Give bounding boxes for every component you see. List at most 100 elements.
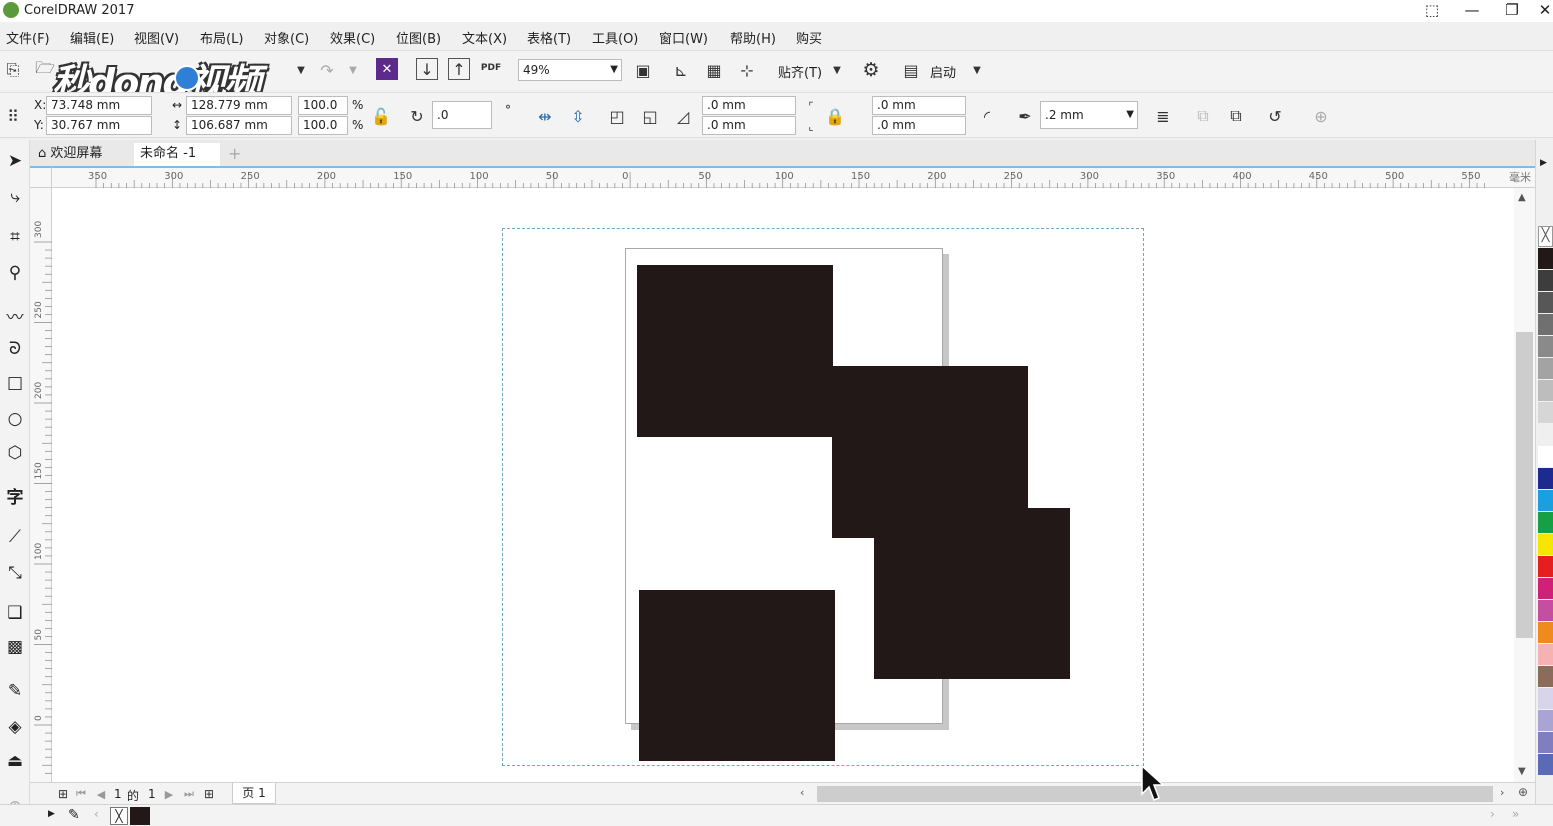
scroll-right-icon[interactable]: › (1500, 786, 1504, 799)
outline-width-dropdown-icon[interactable]: ▼ (1126, 102, 1134, 128)
dimension-tool-icon[interactable]: ⟋ (3, 524, 27, 550)
next-page-icon[interactable]: ▶ (158, 783, 180, 805)
color-swatch[interactable] (1538, 314, 1553, 335)
color-swatch[interactable] (1538, 666, 1553, 687)
freehand-tool-icon[interactable]: 〰 (3, 302, 27, 328)
menu-edit[interactable]: 编辑(E) (70, 28, 114, 47)
vertical-scrollbar-thumb[interactable] (1516, 332, 1533, 638)
color-swatch[interactable] (1538, 424, 1553, 445)
snap-dropdown-icon[interactable]: ▼ (826, 59, 848, 81)
scroll-left-icon[interactable]: ‹ (800, 786, 804, 799)
menu-object[interactable]: 对象(C) (264, 28, 309, 47)
vertical-ruler[interactable]: 300 250 200 150 100 50 0 (30, 188, 52, 782)
to-front-icon[interactable]: ⧉ (1192, 105, 1214, 127)
vertical-scrollbar[interactable]: ▲ ▼ (1514, 188, 1535, 782)
redo-dropdown-icon[interactable]: ▼ (342, 59, 364, 81)
menu-table[interactable]: 表格(T) (527, 28, 571, 47)
interactive-fill-tool-icon[interactable]: ◈ (3, 714, 27, 740)
zoom-tool-icon[interactable]: ⚲ (3, 260, 27, 286)
height-field[interactable]: 106.687 mm (186, 116, 292, 135)
color-swatch[interactable] (1538, 754, 1553, 775)
menu-text[interactable]: 文本(X) (462, 28, 507, 47)
transparency-tool-icon[interactable]: ▩ (3, 634, 27, 660)
scroll-up-icon[interactable]: ▲ (1518, 192, 1526, 203)
round-corner-icon[interactable]: ◰ (606, 105, 628, 127)
menu-effects[interactable]: 效果(C) (330, 28, 375, 47)
pick-tool-icon[interactable]: ➤ (3, 148, 27, 174)
scale-x-field[interactable]: 100.0 (298, 96, 348, 115)
status-expand-icon[interactable]: ▶ (48, 809, 55, 819)
ruler-corner[interactable] (30, 166, 52, 188)
zoom-navigator-icon[interactable]: ⊕ (1518, 785, 1528, 799)
rotation-angle-field[interactable]: .0 (432, 101, 492, 129)
options-gear-icon[interactable]: ⚙ (860, 59, 882, 81)
new-document-icon[interactable]: ⎘ (2, 59, 24, 81)
width-field[interactable]: 128.779 mm (186, 96, 292, 115)
full-screen-preview-icon[interactable]: ▣ (632, 59, 654, 81)
color-swatch[interactable] (1538, 556, 1553, 577)
fill-none-indicator[interactable]: ╳ (110, 807, 128, 825)
menu-file[interactable]: 文件(F) (6, 28, 50, 47)
menu-window[interactable]: 窗口(W) (659, 28, 708, 47)
color-swatch[interactable] (1538, 688, 1553, 709)
menu-bitmaps[interactable]: 位图(B) (396, 28, 441, 47)
connector-tool-icon[interactable]: ⤡ (3, 560, 27, 586)
menu-view[interactable]: 视图(V) (134, 28, 179, 47)
palette-scroll-up-icon[interactable]: ▶ (1540, 158, 1547, 168)
crop-tool-icon[interactable]: ⌗ (3, 224, 27, 250)
publish-pdf-icon[interactable]: PDF (480, 57, 502, 79)
color-swatch[interactable] (1538, 248, 1553, 269)
no-fill-swatch[interactable]: ╳ (1538, 226, 1553, 247)
close-button[interactable]: ✕ (1525, 0, 1553, 22)
previous-page-icon[interactable]: ◀ (90, 783, 112, 805)
color-swatch[interactable] (1538, 512, 1553, 533)
undo-dropdown-icon[interactable]: ▼ (290, 59, 312, 81)
mirror-horizontal-icon[interactable]: ⇹ (534, 105, 556, 127)
y-position-field[interactable]: 30.767 mm (46, 116, 152, 135)
text-tool-icon[interactable]: 字 (3, 482, 27, 508)
menu-buy[interactable]: 购买 (796, 28, 822, 47)
color-swatch[interactable] (1538, 710, 1553, 731)
black-rectangle-1[interactable] (637, 265, 833, 437)
add-tab-button[interactable]: + (222, 143, 247, 166)
scale-y-field[interactable]: 100.0 (298, 116, 348, 135)
lock-ratio-icon[interactable]: 🔓 (370, 105, 392, 127)
status-eyedropper-icon[interactable]: ✎ (68, 807, 80, 823)
zoom-dropdown-icon[interactable]: ▼ (610, 60, 618, 80)
add-page-after-icon[interactable]: ⊞ (198, 783, 220, 805)
show-rulers-icon[interactable]: ⊾ (670, 59, 692, 81)
color-swatch[interactable] (1538, 578, 1553, 599)
color-swatch[interactable] (1538, 380, 1553, 401)
shape-tool-icon[interactable]: ⤷ (3, 184, 27, 210)
tab-document[interactable]: 未命名 -1 (134, 143, 220, 166)
color-swatch[interactable] (1538, 622, 1553, 643)
edit-corners-together-lock-icon[interactable]: 🔒 (824, 105, 846, 127)
relative-corner-scaling-icon[interactable]: ◜ (976, 105, 998, 127)
status-collapse-icon[interactable]: ‹ (94, 807, 99, 821)
color-swatch[interactable] (1538, 446, 1553, 467)
scalloped-corner-icon[interactable]: ◱ (639, 105, 661, 127)
polygon-tool-icon[interactable]: ⬡ (3, 440, 27, 466)
menu-tools[interactable]: 工具(O) (592, 28, 638, 47)
add-property-icon[interactable]: ⊕ (1310, 105, 1332, 127)
corner-radius-top-right-field[interactable]: .0 mm (872, 96, 966, 115)
color-swatch[interactable] (1538, 600, 1553, 621)
launch-menu[interactable]: 启动 (930, 62, 956, 81)
scroll-down-icon[interactable]: ▼ (1518, 766, 1526, 777)
ellipse-tool-icon[interactable]: ○ (3, 406, 27, 432)
status-scroll-right-icon[interactable]: › (1490, 807, 1495, 821)
outline-color-indicator[interactable] (130, 807, 150, 825)
zoom-level-combo[interactable]: 49% ▼ (518, 59, 622, 81)
menu-layout[interactable]: 布局(L) (200, 28, 243, 47)
outline-width-combo[interactable]: .2 mm ▼ (1040, 101, 1138, 129)
export-icon[interactable]: ↑ (448, 58, 470, 80)
last-page-icon[interactable]: ⏭ (178, 783, 200, 805)
color-swatch[interactable] (1538, 270, 1553, 291)
show-guidelines-icon[interactable]: ⊹ (736, 59, 758, 81)
wrap-text-icon[interactable]: ≣ (1152, 105, 1174, 127)
drop-shadow-tool-icon[interactable]: ❑ (3, 600, 27, 626)
artistic-media-tool-icon[interactable]: ᘐ (3, 336, 27, 362)
color-swatch[interactable] (1538, 534, 1553, 555)
color-swatch[interactable] (1538, 490, 1553, 511)
corel-connect-icon[interactable]: ✕ (376, 58, 398, 80)
